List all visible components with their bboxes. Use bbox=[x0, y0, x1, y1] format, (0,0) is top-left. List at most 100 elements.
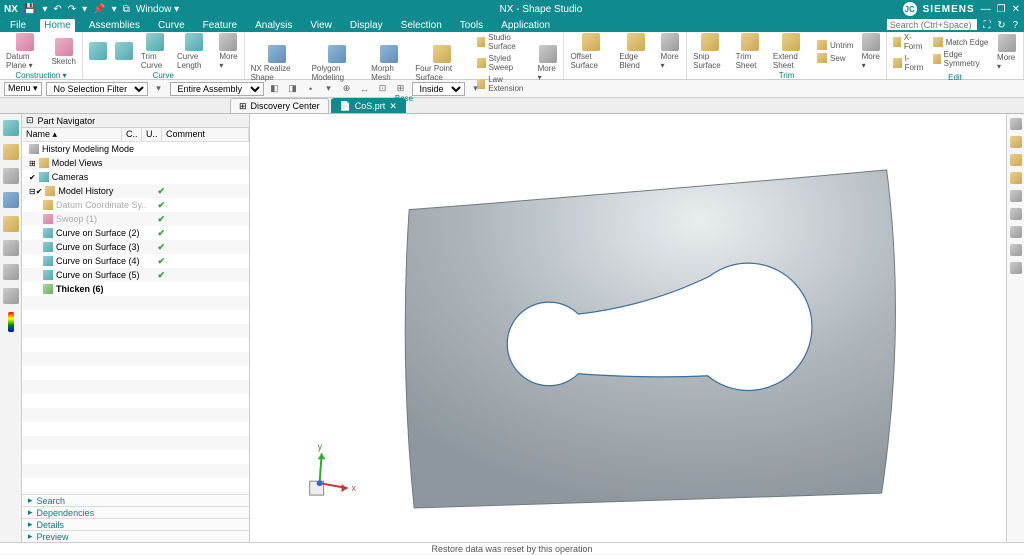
line-button[interactable] bbox=[87, 41, 109, 62]
curve-length-button[interactable]: Curve Length bbox=[175, 32, 213, 71]
fullscreen-icon[interactable]: ⛶ bbox=[983, 20, 990, 31]
rr-icon-5[interactable] bbox=[1010, 190, 1022, 202]
sel-tool6-icon[interactable]: ↔ bbox=[358, 82, 372, 96]
tree-row[interactable]: Curve on Surface (5)✔ bbox=[22, 268, 249, 282]
studio-surface-button[interactable]: Studio Surface bbox=[475, 32, 531, 52]
sew-button[interactable]: Sew bbox=[815, 52, 856, 64]
copy-icon[interactable]: ▾ bbox=[112, 4, 117, 15]
rail-assembly-icon[interactable] bbox=[3, 144, 19, 160]
edge-symmetry-button[interactable]: Edge Symmetry bbox=[931, 49, 991, 69]
trim-curve-button[interactable]: Trim Curve bbox=[139, 32, 171, 71]
offset-surface-button[interactable]: Offset Surface bbox=[568, 32, 613, 71]
rr-icon-8[interactable] bbox=[1010, 244, 1022, 256]
tree-row[interactable]: ⊞Model Views bbox=[22, 156, 249, 170]
menu-selection[interactable]: Selection bbox=[397, 19, 446, 32]
rail-constraint-icon[interactable] bbox=[3, 168, 19, 184]
selection-filter[interactable]: No Selection Filter bbox=[46, 82, 148, 96]
close-tab-icon[interactable]: ✕ bbox=[389, 101, 397, 112]
save-icon[interactable]: 💾 bbox=[24, 4, 36, 15]
sel-tool1-icon[interactable]: ◧ bbox=[268, 82, 282, 96]
tab-discovery[interactable]: ⊞Discovery Center bbox=[230, 98, 329, 113]
base-more-button[interactable]: More ▾ bbox=[536, 44, 560, 83]
minimize-button[interactable]: — bbox=[981, 4, 991, 15]
tree-row[interactable]: Curve on Surface (4)✔ bbox=[22, 254, 249, 268]
xform-button[interactable]: X-Form bbox=[891, 32, 927, 52]
rr-icon-7[interactable] bbox=[1010, 226, 1022, 238]
assembly-scope[interactable]: Entire Assembly bbox=[170, 82, 264, 96]
col-name[interactable]: Name ▴ bbox=[22, 128, 122, 141]
user-avatar[interactable]: JC bbox=[903, 2, 917, 16]
tree-row[interactable]: Curve on Surface (2)✔ bbox=[22, 226, 249, 240]
match-edge-button[interactable]: Match Edge bbox=[931, 36, 991, 48]
graphics-viewport[interactable]: x y bbox=[250, 114, 1006, 542]
restore-button[interactable]: ❐ bbox=[997, 4, 1006, 15]
curve-more-button[interactable]: More ▾ bbox=[217, 32, 239, 71]
tree-row[interactable]: Thicken (6) bbox=[22, 282, 249, 296]
feature-tree[interactable]: History Modeling Mode⊞Model Views✔Camera… bbox=[22, 142, 249, 494]
snip-surface-button[interactable]: Snip Surface bbox=[691, 32, 729, 71]
arc-button[interactable] bbox=[113, 41, 135, 62]
trim-more-button[interactable]: More ▾ bbox=[860, 32, 882, 71]
sel-tool8-icon[interactable]: ⊞ bbox=[394, 82, 408, 96]
footer-preview[interactable]: ▸ Preview bbox=[22, 530, 249, 542]
undo-icon[interactable]: ↶ bbox=[53, 4, 61, 15]
rr-icon-4[interactable] bbox=[1010, 172, 1022, 184]
dropdown-icon[interactable]: ▾ bbox=[42, 4, 47, 15]
nx-realize-button[interactable]: NX Realize Shape bbox=[249, 44, 306, 83]
sel-tool3-icon[interactable]: • bbox=[304, 82, 318, 96]
qat-icon[interactable]: ▾ bbox=[82, 4, 87, 15]
menu-assemblies[interactable]: Assemblies bbox=[85, 19, 144, 32]
edge-blend-button[interactable]: Edge Blend bbox=[617, 32, 654, 71]
rr-icon-1[interactable] bbox=[1010, 118, 1022, 130]
menu-tools[interactable]: Tools bbox=[456, 19, 487, 32]
tree-row[interactable]: Datum Coordinate Sy..✔ bbox=[22, 198, 249, 212]
rr-icon-9[interactable] bbox=[1010, 262, 1022, 274]
refresh-icon[interactable]: ↻ bbox=[997, 20, 1005, 31]
window-dropdown[interactable]: Window ▾ bbox=[136, 4, 179, 15]
menu-application[interactable]: Application bbox=[497, 19, 554, 32]
help-icon[interactable]: ? bbox=[1012, 20, 1018, 31]
menu-home[interactable]: Home bbox=[40, 19, 75, 32]
tree-row[interactable]: Curve on Surface (3)✔ bbox=[22, 240, 249, 254]
tree-row[interactable]: ⊟✔Model History✔ bbox=[22, 184, 249, 198]
four-point-surface-button[interactable]: Four Point Surface bbox=[413, 44, 471, 83]
tree-row[interactable]: Swoop (1)✔ bbox=[22, 212, 249, 226]
tree-row[interactable]: History Modeling Mode bbox=[22, 142, 249, 156]
law-extension-button[interactable]: Law Extension bbox=[475, 74, 531, 94]
rr-icon-2[interactable] bbox=[1010, 136, 1022, 148]
sketch-button[interactable]: Sketch bbox=[49, 37, 77, 67]
untrim-button[interactable]: Untrim bbox=[815, 39, 856, 51]
view-triad[interactable]: x y bbox=[310, 441, 357, 495]
col-u[interactable]: U.. bbox=[142, 128, 162, 141]
rail-hd3d-icon[interactable] bbox=[3, 216, 19, 232]
menu-display[interactable]: Display bbox=[346, 19, 387, 32]
sel-tool5-icon[interactable]: ⊕ bbox=[340, 82, 354, 96]
rail-reuse-icon[interactable] bbox=[3, 192, 19, 208]
rail-browser-icon[interactable] bbox=[3, 288, 19, 304]
rail-gradient-icon[interactable] bbox=[8, 312, 14, 332]
menu-view[interactable]: View bbox=[306, 19, 336, 32]
col-c[interactable]: C.. bbox=[122, 128, 142, 141]
filter-icon[interactable]: ▾ bbox=[152, 82, 166, 96]
footer-dependencies[interactable]: ▸ Dependencies bbox=[22, 506, 249, 518]
redo-icon[interactable]: ↷ bbox=[68, 4, 76, 15]
extend-sheet-button[interactable]: Extend Sheet bbox=[771, 32, 811, 71]
menu-analysis[interactable]: Analysis bbox=[251, 19, 296, 32]
command-search[interactable] bbox=[887, 19, 977, 30]
footer-details[interactable]: ▸ Details bbox=[22, 518, 249, 530]
close-button[interactable]: ✕ bbox=[1012, 4, 1020, 15]
sel-tool2-icon[interactable]: ◨ bbox=[286, 82, 300, 96]
tab-cos-prt[interactable]: 📄CoS.prt✕ bbox=[331, 98, 406, 113]
datum-plane-button[interactable]: Datum Plane ▾ bbox=[4, 32, 45, 71]
rr-icon-6[interactable] bbox=[1010, 208, 1022, 220]
menu-curve[interactable]: Curve bbox=[154, 19, 189, 32]
footer-search[interactable]: ▸ Search bbox=[22, 494, 249, 506]
selection-mode[interactable]: Inside bbox=[412, 82, 465, 96]
sel-tool4-icon[interactable]: ▾ bbox=[322, 82, 336, 96]
rail-history-icon[interactable] bbox=[3, 240, 19, 256]
pin-icon[interactable]: 📌 bbox=[93, 4, 105, 15]
iform-button[interactable]: I-Form bbox=[891, 53, 927, 73]
edit-more-button[interactable]: More ▾ bbox=[995, 33, 1019, 72]
layout-icon[interactable]: ⧉ bbox=[123, 4, 130, 15]
trim-sheet-button[interactable]: Trim Sheet bbox=[734, 32, 767, 71]
